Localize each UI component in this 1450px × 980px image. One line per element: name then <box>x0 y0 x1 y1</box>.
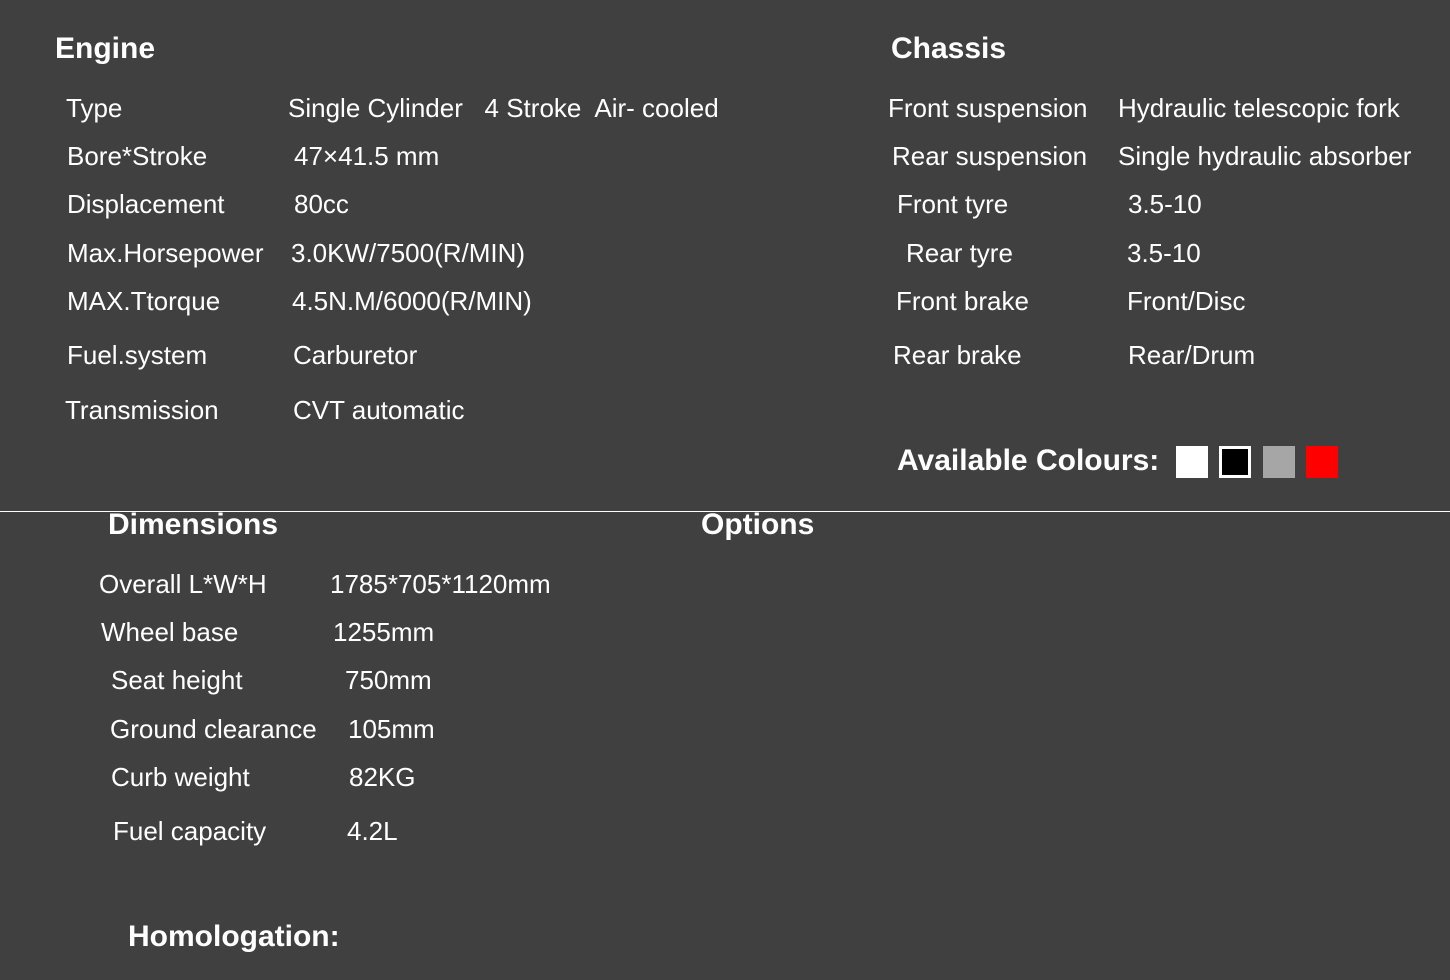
dimensions-seat-height-value: 750mm <box>345 665 432 695</box>
options-heading: Options <box>701 508 815 541</box>
dimensions-overall-label: Overall L*W*H <box>99 569 267 599</box>
homologation-heading: Homologation: <box>128 920 340 953</box>
engine-displacement-value: 80cc <box>294 189 349 219</box>
colour-swatch-white <box>1176 446 1208 478</box>
engine-torque-value: 4.5N.M/6000(R/MIN) <box>292 286 532 316</box>
dimensions-fuel-capacity-value: 4.2L <box>347 816 398 846</box>
chassis-front-tyre-label: Front tyre <box>897 189 1009 219</box>
engine-bore-stroke-label: Bore*Stroke <box>67 141 208 171</box>
chassis-front-brake-value: Front/Disc <box>1127 286 1246 316</box>
chassis-rear-brake-value: Rear/Drum <box>1128 340 1256 370</box>
colour-swatch-grey <box>1263 446 1295 478</box>
dimensions-curb-weight-value: 82KG <box>349 762 416 792</box>
dimensions-fuel-capacity-label: Fuel capacity <box>113 816 267 846</box>
dimensions-wheel-base-label: Wheel base <box>101 617 239 647</box>
engine-heading: Engine <box>55 32 156 65</box>
chassis-front-suspension-value: Hydraulic telescopic fork <box>1118 93 1400 123</box>
engine-bore-stroke-value: 47×41.5 mm <box>294 141 440 171</box>
engine-torque-label: MAX.Ttorque <box>67 286 221 316</box>
available-colours-label: Available Colours: <box>897 444 1160 477</box>
engine-horsepower-label: Max.Horsepower <box>67 238 264 268</box>
engine-transmission-label: Transmission <box>65 395 219 425</box>
dimensions-curb-weight-label: Curb weight <box>111 762 250 792</box>
engine-displacement-label: Displacement <box>67 189 225 219</box>
chassis-rear-suspension-label: Rear suspension <box>892 141 1088 171</box>
engine-fuel-system-value: Carburetor <box>293 340 418 370</box>
chassis-heading: Chassis <box>891 32 1007 65</box>
engine-fuel-system-label: Fuel.system <box>67 340 208 370</box>
chassis-front-brake-label: Front brake <box>896 286 1029 316</box>
dimensions-seat-height-label: Seat height <box>111 665 243 695</box>
chassis-rear-tyre-value: 3.5-10 <box>1127 238 1201 268</box>
dimensions-ground-clearance-value: 105mm <box>348 714 435 744</box>
chassis-rear-brake-label: Rear brake <box>893 340 1022 370</box>
dimensions-ground-clearance-label: Ground clearance <box>110 714 317 744</box>
dimensions-heading: Dimensions <box>108 508 279 541</box>
engine-transmission-value: CVT automatic <box>293 395 465 425</box>
dimensions-wheel-base-value: 1255mm <box>333 617 435 647</box>
engine-horsepower-value: 3.0KW/7500(R/MIN) <box>291 238 526 268</box>
chassis-rear-tyre-label: Rear tyre <box>906 238 1013 268</box>
chassis-front-suspension-label: Front suspension <box>888 93 1088 123</box>
colour-swatch-red <box>1306 446 1338 478</box>
colour-swatch-black <box>1219 446 1251 478</box>
chassis-rear-suspension-value: Single hydraulic absorber <box>1118 141 1412 171</box>
engine-type-label: Type <box>66 93 123 123</box>
engine-type-value: Single Cylinder 4 Stroke Air- cooled <box>288 93 719 123</box>
chassis-front-tyre-value: 3.5-10 <box>1128 189 1202 219</box>
dimensions-overall-value: 1785*705*1120mm <box>330 569 551 599</box>
